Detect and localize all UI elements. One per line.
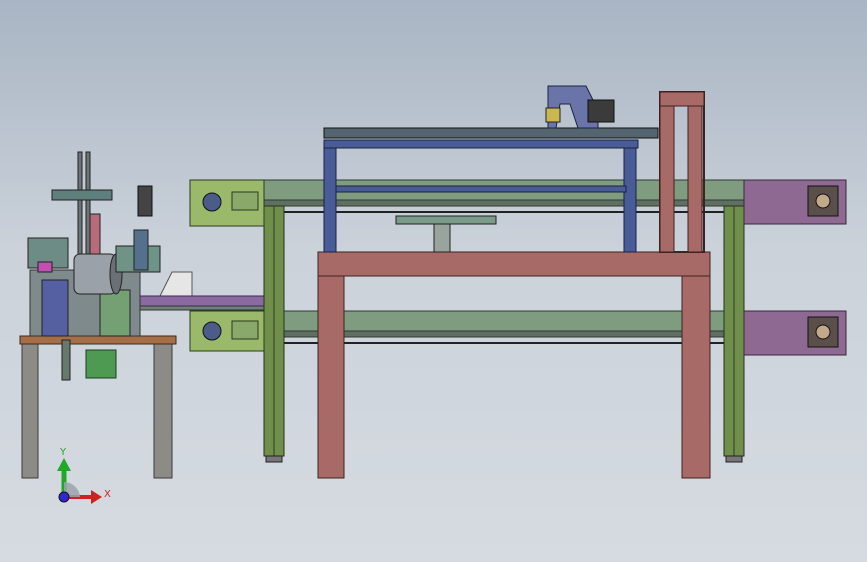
gantry-top-beam xyxy=(323,127,659,139)
tooling-plate xyxy=(395,215,497,225)
x-axis-arrowhead xyxy=(91,490,102,504)
machine-arm xyxy=(51,189,113,201)
triad-origin xyxy=(58,491,70,503)
machine-green-box xyxy=(85,349,117,379)
main-frame xyxy=(189,179,847,463)
assembly-drawing: Y X xyxy=(19,85,847,504)
machine-motor-top xyxy=(137,185,153,217)
gantry-leg-left xyxy=(323,147,337,253)
table-leg-right xyxy=(681,275,711,479)
motor-shaft-upper xyxy=(815,193,831,209)
leveling-foot-left xyxy=(265,455,283,463)
machine-magenta-part xyxy=(37,261,53,273)
transfer-rail-lower xyxy=(139,305,267,311)
cad-viewport[interactable]: Y X xyxy=(0,0,867,562)
panel-lower-dial xyxy=(202,321,222,341)
machine-blue-panel xyxy=(41,279,69,337)
gripper-motor xyxy=(587,99,615,123)
machine-leg-right xyxy=(153,337,173,479)
leveling-foot-right xyxy=(725,455,743,463)
machine-table-top xyxy=(19,335,177,345)
machine-green-panel xyxy=(99,289,131,337)
support-table xyxy=(317,91,711,479)
output-chute xyxy=(159,271,193,297)
panel-lower-switches xyxy=(231,320,259,340)
gantry-leg-right xyxy=(623,147,637,253)
y-axis-label: Y xyxy=(59,447,67,458)
table-top-beam xyxy=(317,251,711,277)
gantry-mid-bar xyxy=(335,185,627,193)
y-axis-arrowhead xyxy=(57,458,71,471)
machine-leg-left xyxy=(21,337,39,479)
tall-column-cap xyxy=(659,91,705,107)
motor-shaft-lower xyxy=(815,324,831,340)
panel-upper-switches xyxy=(231,191,259,211)
machine-pink-part xyxy=(89,213,101,255)
gripper-yellow-part xyxy=(545,107,561,123)
tall-column-right xyxy=(687,91,703,253)
panel-upper-dial xyxy=(202,192,222,212)
machine-lower-rod xyxy=(61,339,71,381)
gantry xyxy=(323,85,659,253)
gantry-crossbar xyxy=(323,139,639,149)
transfer-rail xyxy=(139,295,267,307)
tooling-cylinder xyxy=(433,223,451,253)
machine-side-part xyxy=(133,229,149,271)
table-leg-left xyxy=(317,275,345,479)
coordinate-triad: Y X xyxy=(57,447,111,504)
tall-column-left xyxy=(659,91,675,253)
x-axis-label: X xyxy=(104,489,111,500)
